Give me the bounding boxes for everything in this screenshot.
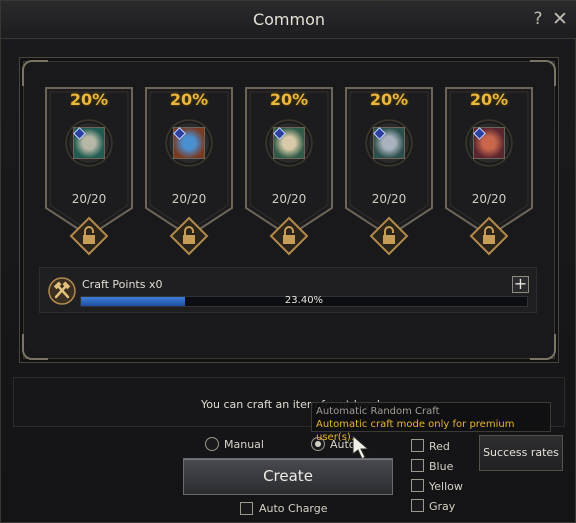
success-rates-button[interactable]: Success rates xyxy=(479,435,563,471)
filter-yellow-label: Yellow xyxy=(429,480,463,493)
craft-slots-panel: 20% 20/20 20% 20/20 20% 20/20 20% 20/20 … xyxy=(19,57,559,363)
grade-diamond-icon xyxy=(473,127,486,140)
success-chance: 20% xyxy=(369,90,409,109)
filter-red-label: Red xyxy=(429,440,450,453)
corner-ornament xyxy=(22,334,48,360)
lock-icon[interactable] xyxy=(469,216,509,256)
progress-text: 23.40% xyxy=(284,295,324,306)
success-chance: 20% xyxy=(269,90,309,109)
manual-label: Manual xyxy=(224,438,264,451)
craft-points-progress-bar: 23.40% xyxy=(80,295,528,307)
filter-red-checkbox[interactable] xyxy=(411,439,424,452)
pants-icon[interactable] xyxy=(273,127,305,159)
craft-points-box: Craft Points x0 + 23.40% xyxy=(39,267,537,313)
corner-ornament xyxy=(530,334,556,360)
slot-count: 20/20 xyxy=(371,192,407,206)
help-button[interactable]: ? xyxy=(529,9,547,29)
axe-icon[interactable] xyxy=(473,127,505,159)
slot-count: 20/20 xyxy=(71,192,107,206)
corner-ornament xyxy=(530,60,556,86)
lock-icon[interactable] xyxy=(169,216,209,256)
filter-blue-checkbox[interactable] xyxy=(411,459,424,472)
auto-charge-checkbox[interactable] xyxy=(240,502,253,515)
crossed-hammers-icon xyxy=(48,277,76,305)
slot-count: 20/20 xyxy=(171,192,207,206)
auto-mode-tooltip: Automatic Random Craft Automatic craft m… xyxy=(311,402,551,443)
add-craft-points-button[interactable]: + xyxy=(512,276,529,293)
grade-diamond-icon xyxy=(173,127,186,140)
lock-icon[interactable] xyxy=(369,216,409,256)
filter-yellow-checkbox[interactable] xyxy=(411,479,424,492)
create-button[interactable]: Create xyxy=(183,458,393,495)
craft-points-label: Craft Points x0 xyxy=(82,278,163,291)
grade-diamond-icon xyxy=(73,127,86,140)
slot-count: 20/20 xyxy=(471,192,507,206)
window-title: Common xyxy=(252,10,326,29)
filter-gray-checkbox[interactable] xyxy=(411,499,424,512)
grade-diamond-icon xyxy=(273,127,286,140)
helmet-icon[interactable] xyxy=(73,127,105,159)
auto-charge-label: Auto Charge xyxy=(259,502,328,515)
slot-count: 20/20 xyxy=(271,192,307,206)
success-chance: 20% xyxy=(69,90,109,109)
close-button[interactable]: ✕ xyxy=(551,9,569,29)
success-chance: 20% xyxy=(469,90,509,109)
title-bar: Common ? ✕ xyxy=(1,1,576,39)
gauntlet-icon[interactable] xyxy=(173,127,205,159)
grade-diamond-icon xyxy=(373,127,386,140)
lock-icon[interactable] xyxy=(69,216,109,256)
manual-radio[interactable] xyxy=(205,437,219,451)
boots-icon[interactable] xyxy=(373,127,405,159)
filter-gray-label: Gray xyxy=(429,500,456,513)
lock-icon[interactable] xyxy=(269,216,309,256)
tooltip-title: Automatic Random Craft xyxy=(316,406,440,417)
success-chance: 20% xyxy=(169,90,209,109)
craft-window: Common ? ✕ 20% 20/20 20% 20/20 20% 20/20… xyxy=(0,0,576,523)
corner-ornament xyxy=(22,60,48,86)
filter-blue-label: Blue xyxy=(429,460,454,473)
